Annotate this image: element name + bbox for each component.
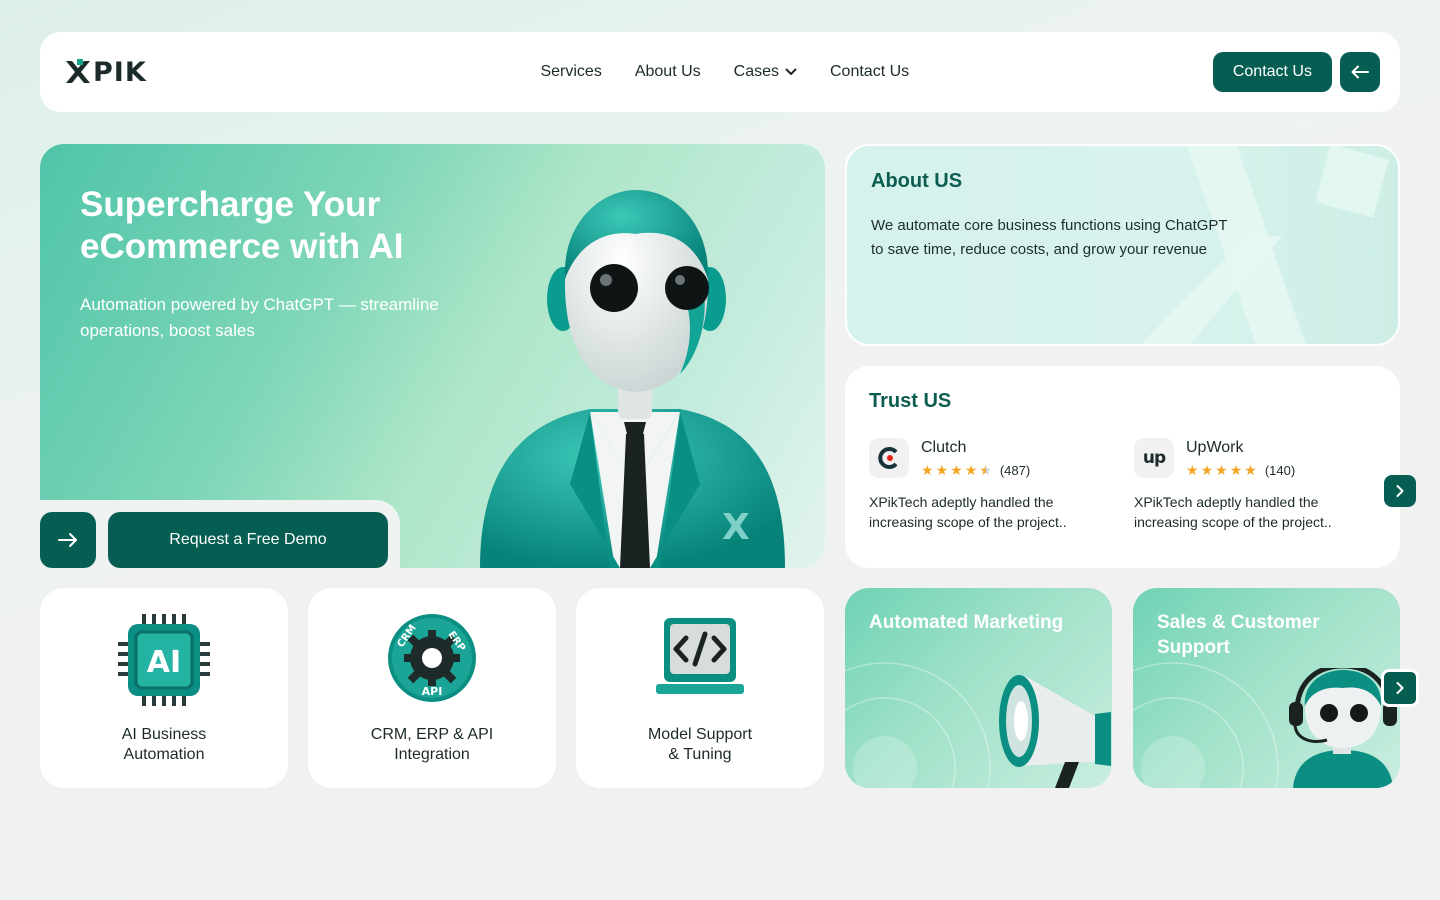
top-navbar: PIK Services About Us Cases Contact Us C… <box>40 32 1400 112</box>
service-label-line: & Tuning <box>668 746 732 763</box>
about-title: About US <box>871 170 963 192</box>
star-rating: ★ ★ ★ ★ ★ (487) <box>921 462 1030 479</box>
trust-card: Trust US Clutch ★ ★ ★ ★ ★ (487) XPikTech… <box>845 366 1400 568</box>
star-icon: ★ <box>935 462 949 478</box>
star-icon: ★ <box>1244 462 1257 478</box>
feature-card-automated-marketing[interactable]: Automated Marketing <box>845 588 1112 788</box>
svg-text:X: X <box>722 507 750 548</box>
star-icon: ★ <box>1200 462 1214 478</box>
hero-subtitle: Automation powered by ChatGPT — streamli… <box>80 295 439 340</box>
megaphone-icon <box>999 675 1111 788</box>
contact-us-button[interactable]: Contact Us <box>1212 52 1332 92</box>
chevron-right-icon <box>1396 682 1404 694</box>
review-text: XPikTech adeptly handled the increasing … <box>869 494 1067 530</box>
service-label-line: Integration <box>394 746 470 763</box>
service-card-ai-automation[interactable]: AI AI Business Automation <box>40 588 288 788</box>
trust-title: Trust US <box>869 390 952 412</box>
star-icon: ★ <box>950 462 963 478</box>
decorative-rings <box>1133 662 1279 788</box>
back-button[interactable] <box>1339 52 1380 92</box>
arrow-left-icon <box>1351 65 1369 79</box>
nav-actions: Contact Us <box>1212 52 1380 92</box>
main-nav: Services About Us Cases Contact Us <box>540 63 909 81</box>
nav-link-contact[interactable]: Contact Us <box>830 63 909 81</box>
svg-text:API: API <box>422 685 443 698</box>
star-icon: ★ <box>1215 462 1228 478</box>
review-platform: UpWork <box>1186 439 1244 456</box>
request-demo-button[interactable]: Request a Free Demo <box>108 512 388 568</box>
chevron-down-icon <box>785 68 797 75</box>
service-label-line: AI Business <box>121 726 207 743</box>
x-logo-icon <box>64 59 92 85</box>
review-count: (140) <box>1264 463 1296 478</box>
chevron-right-icon <box>1396 485 1404 497</box>
star-icon: ★ <box>921 462 934 478</box>
nav-link-cases[interactable]: Cases <box>734 63 797 81</box>
star-icon: ★ <box>1186 462 1199 478</box>
service-label: CRM, ERP & API Integration <box>308 725 556 765</box>
review-count: (487) <box>999 463 1031 478</box>
arrow-right-icon <box>58 533 77 547</box>
decorative-rings <box>845 662 991 788</box>
hero-arrow-button[interactable] <box>40 512 96 568</box>
service-label-line: Model Support <box>647 726 753 743</box>
service-label-line: Automation <box>123 746 205 763</box>
robot-in-suit-illustration: X <box>480 190 785 568</box>
service-label-line: CRM, ERP & API <box>370 726 494 743</box>
reviews-next-button[interactable] <box>1384 475 1416 507</box>
hero-title: Supercharge Your eCommerce with AI <box>80 185 404 266</box>
logo-text: PIK <box>93 56 147 88</box>
nav-link-services[interactable]: Services <box>540 63 601 81</box>
service-card-model-tuning[interactable]: Model Support & Tuning <box>576 588 824 788</box>
code-laptop-icon <box>656 618 744 694</box>
star-rating: ★ ★ ★ ★ ★ (140) <box>1186 462 1295 479</box>
nav-link-about[interactable]: About Us <box>635 63 701 81</box>
hero-banner: Supercharge Your eCommerce with AI Autom… <box>40 144 825 568</box>
upwork-logo-icon: up <box>1134 438 1174 478</box>
star-icon: ★ <box>964 462 978 478</box>
service-card-crm-integration[interactable]: CRM ERP API CRM, ERP & API Integration <box>308 588 556 788</box>
feature-card-sales-support[interactable]: Sales & Customer Support <box>1133 588 1400 788</box>
logo[interactable]: PIK <box>64 52 147 92</box>
service-label: AI Business Automation <box>40 725 288 765</box>
feature-title: Automated Marketing <box>869 612 1064 633</box>
features-next-button[interactable] <box>1381 669 1419 707</box>
gear-integration-icon: CRM ERP API <box>388 614 476 702</box>
service-label: Model Support & Tuning <box>576 725 824 765</box>
about-text: We automate core business functions usin… <box>871 217 1228 258</box>
nav-link-cases-label: Cases <box>733 63 779 80</box>
feature-title: Sales & Customer Support <box>1157 612 1320 658</box>
half-star-icon: ★ <box>979 462 992 478</box>
review-platform: Clutch <box>921 439 967 456</box>
svg-text:AI: AI <box>147 645 181 680</box>
clutch-logo-icon <box>869 438 909 478</box>
about-card: About US We automate core business funct… <box>845 144 1400 346</box>
ai-chip-icon: AI <box>118 614 210 706</box>
star-icon: ★ <box>1229 462 1243 478</box>
review-text: XPikTech adeptly handled the increasing … <box>1134 494 1332 530</box>
